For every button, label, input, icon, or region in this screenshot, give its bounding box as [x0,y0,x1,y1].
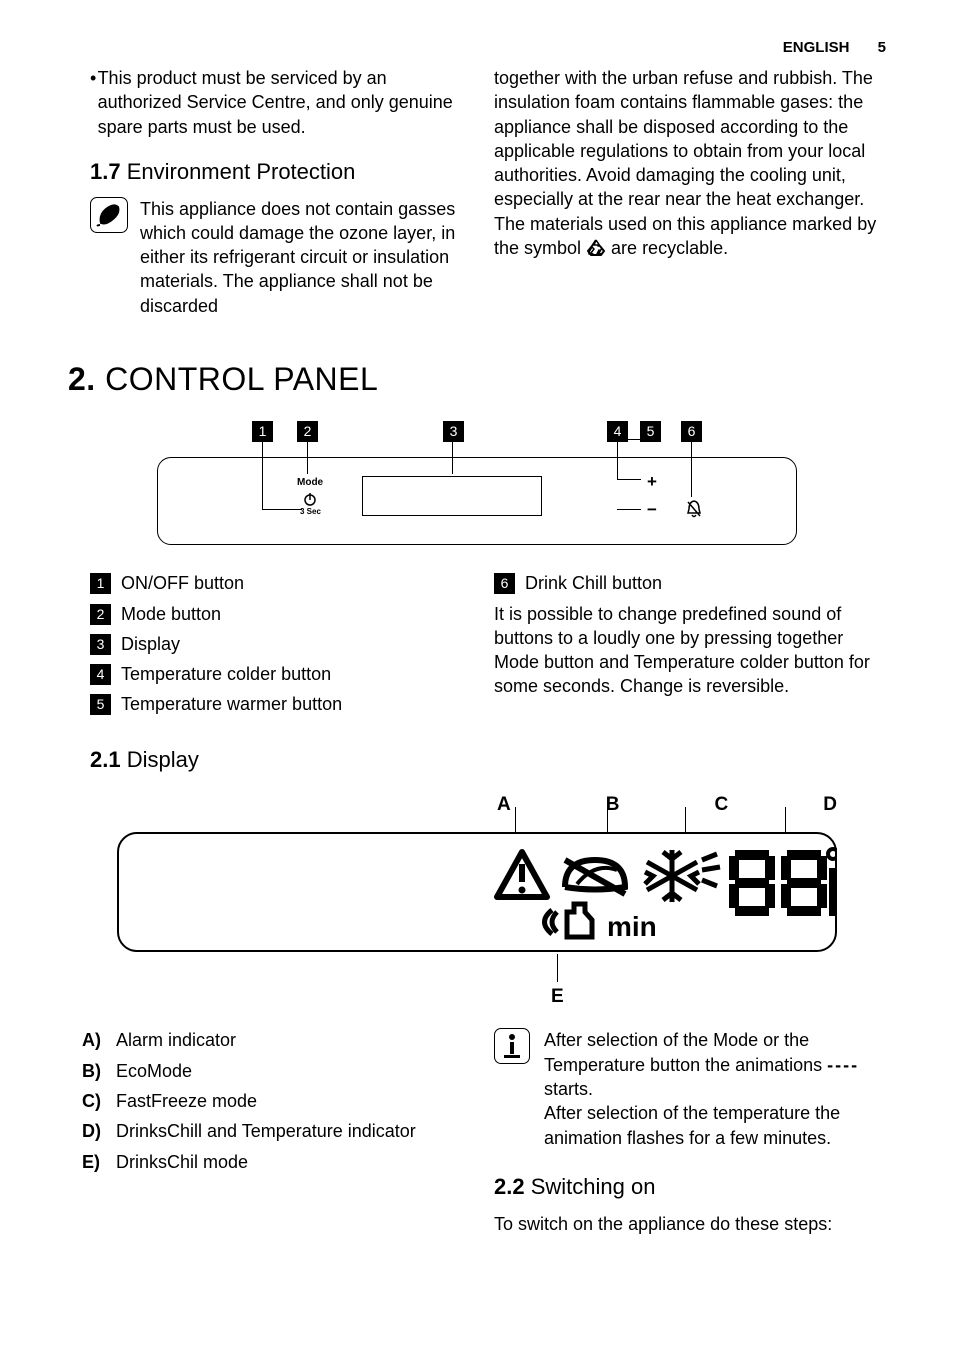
bell-icon [685,499,703,525]
s22-text: To switch on the appliance do these step… [494,1212,886,1236]
header-language: ENGLISH [783,39,850,56]
mode-label: Mode [297,476,323,490]
legend-item-4: 4Temperature colder button [90,662,460,686]
heading-2-1: 2.1 Display [90,745,886,775]
minus-icon: − [647,499,657,522]
info-note: After selection of the Mode or the Tempe… [494,1028,886,1149]
disp-item-A: A)Alarm indicator [82,1028,460,1052]
legend-item-2: 2Mode button [90,602,460,626]
disp-item-C: C)FastFreeze mode [82,1089,460,1113]
top-columns: • This product must be serviced by an au… [68,66,886,318]
recycle-icon [586,238,606,256]
info-icon [494,1028,530,1064]
bullet-item: • This product must be serviced by an au… [90,66,460,139]
legend-item-6: 6Drink Chill button [494,571,886,595]
page-number: 5 [878,39,886,56]
heading-2: 2. CONTROL PANEL [68,358,886,401]
column-left: • This product must be serviced by an au… [68,66,460,318]
legend-item-3: 3Display [90,632,460,656]
heading-2-2-text: Switching on [525,1174,656,1199]
heading-2-2-num: 2.2 [494,1174,525,1199]
display-lcd-icons: min [477,842,837,948]
heading-1-7: 1.7 Environment Protection [90,157,460,187]
disp-item-E: E)DrinksChil mode [82,1150,460,1174]
bullet-dot: • [90,66,98,139]
info-text: After selection of the Mode or the Tempe… [544,1028,886,1149]
env-text-continued: together with the urban refuse and rubbi… [494,66,886,260]
heading-1-7-num: 1.7 [90,159,121,184]
legend-item-1: 1ON/OFF button [90,571,460,595]
env-row: This appliance does not contain gasses w… [90,197,460,318]
heading-2-num: 2. [68,361,96,397]
label-A: A [497,792,511,818]
plus-icon: + [647,471,657,494]
label-C: C [715,792,729,818]
disp-item-B: B)EcoMode [82,1059,460,1083]
column-right: together with the urban refuse and rubbi… [494,66,886,318]
animation-dashes: ---- [827,1055,859,1075]
heading-2-1-num: 2.1 [90,747,121,772]
label-E: E [551,984,564,1010]
control-panel-diagram: 1 2 3 4 5 6 Mode 3 Sec + − [157,421,797,551]
legend-columns: 1ON/OFF button 2Mode button 3Display 4Te… [68,571,886,722]
env-text: This appliance does not contain gasses w… [140,197,460,318]
legend-item-5: 5Temperature warmer button [90,692,460,716]
bullet-text: This product must be serviced by an auth… [98,66,460,139]
disp-item-D: D)DrinksChill and Temperature indicator [82,1119,460,1143]
display-legend-columns: A)Alarm indicator B)EcoMode C)FastFreeze… [68,1014,886,1235]
heading-2-2: 2.2 Switching on [494,1172,886,1202]
legend-note: It is possible to change predefined soun… [494,602,886,699]
page-header: ENGLISH 5 [783,38,886,58]
heading-2-text: CONTROL PANEL [96,361,379,397]
heading-2-1-text: Display [121,747,199,772]
heading-1-7-text: Environment Protection [121,159,356,184]
leaf-icon [90,197,128,233]
callout-3: 3 [443,421,464,442]
min-label: min [607,911,657,942]
label-D: D [823,792,837,818]
3sec-label: 3 Sec [300,507,321,518]
display-diagram: A B C D [117,792,837,1002]
